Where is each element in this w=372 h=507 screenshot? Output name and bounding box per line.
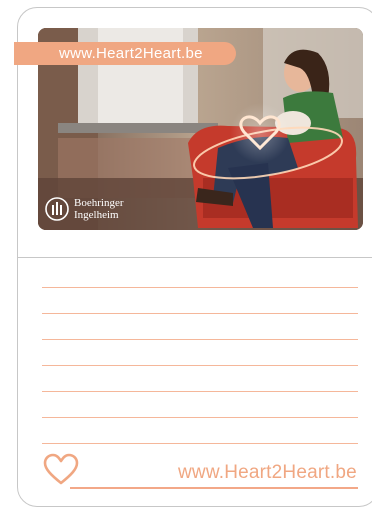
note-line (42, 287, 358, 288)
brand-name-line2: Ingelheim (74, 209, 119, 221)
boehringer-logo-icon (45, 197, 69, 221)
note-line (42, 417, 358, 418)
brand-name-line1: Boehringer (74, 197, 124, 209)
note-line (42, 391, 358, 392)
note-line (42, 365, 358, 366)
note-line (42, 313, 358, 314)
footer-underline (70, 487, 358, 489)
heart-outline-icon (43, 453, 79, 485)
brand-logo: Boehringer Ingelheim (45, 197, 123, 221)
note-line (42, 339, 358, 340)
note-line (42, 443, 358, 444)
section-divider (17, 257, 372, 258)
notes-lines (42, 287, 358, 469)
brand-name: Boehringer Ingelheim (74, 197, 123, 221)
header-url-banner: www.Heart2Heart.be (14, 42, 236, 65)
footer-url: www.Heart2Heart.be (178, 462, 357, 483)
